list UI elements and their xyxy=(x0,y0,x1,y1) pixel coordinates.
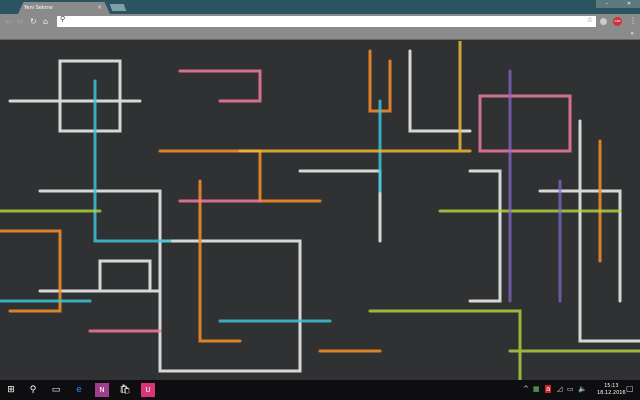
bookmark-star-icon[interactable]: ☆ xyxy=(587,16,593,24)
action-center-icon[interactable]: ▢ xyxy=(626,384,634,393)
tray-app-icon[interactable]: ▦ xyxy=(533,385,540,393)
forward-icon[interactable]: ⇨ xyxy=(17,17,24,26)
reload-icon[interactable]: ↻ xyxy=(30,17,37,26)
browser-titlebar: Yeni Sekme × – ✕ xyxy=(0,0,640,14)
volume-icon[interactable]: 🔈 xyxy=(578,385,587,393)
network-icon[interactable]: ◿ xyxy=(557,385,562,393)
system-clock[interactable]: 15:13 18.12.2016 xyxy=(597,383,626,397)
new-tab-button[interactable] xyxy=(109,4,127,11)
app-icon[interactable]: U xyxy=(141,383,155,397)
tab-new-tab[interactable]: Yeni Sekme × xyxy=(18,2,110,14)
home-icon[interactable]: ⌂ xyxy=(43,17,48,26)
onenote-icon[interactable]: N xyxy=(95,383,109,397)
bookmarks-more-icon[interactable]: » xyxy=(630,30,634,37)
tray-chevron-icon[interactable]: ^ xyxy=(523,385,529,393)
antivirus-tray-icon[interactable]: a xyxy=(545,385,552,393)
adblock-extension-icon[interactable]: ABP xyxy=(613,17,622,26)
menu-icon[interactable]: ⋮ xyxy=(629,16,637,25)
edge-browser-icon[interactable]: e xyxy=(72,383,86,397)
tab-title: Yeni Sekme xyxy=(24,5,53,11)
start-windows-icon[interactable]: ⊞ xyxy=(4,383,18,397)
browser-toolbar: ⇦ ⇨ ↻ ⌂ ⚲ ☆ ABP ⋮ xyxy=(0,14,640,29)
address-bar[interactable]: ⚲ ☆ xyxy=(57,15,596,27)
search-icon: ⚲ xyxy=(60,15,66,23)
store-icon[interactable]: 🛍 xyxy=(118,383,132,397)
new-tab-wallpaper xyxy=(0,41,640,380)
tab-close-icon[interactable]: × xyxy=(97,4,102,11)
search-icon[interactable]: ⚲ xyxy=(26,383,40,397)
battery-icon[interactable]: ▭ xyxy=(567,385,574,393)
close-button[interactable]: ✕ xyxy=(618,0,640,8)
clock-time: 15:13 xyxy=(604,383,619,389)
chalkboard-doodles xyxy=(0,41,640,380)
minimize-button[interactable]: – xyxy=(596,0,618,8)
bookmarks-bar: » xyxy=(0,29,640,40)
clock-date: 18.12.2016 xyxy=(597,390,626,396)
windows-taskbar: ⊞ ⚲ ▭ e N 🛍 U ^ ▦ a ◿ ▭ 🔈 15:13 18.12.20… xyxy=(0,380,640,400)
back-icon[interactable]: ⇦ xyxy=(5,17,12,26)
extension-icon[interactable] xyxy=(600,18,607,25)
task-view-icon[interactable]: ▭ xyxy=(49,383,63,397)
